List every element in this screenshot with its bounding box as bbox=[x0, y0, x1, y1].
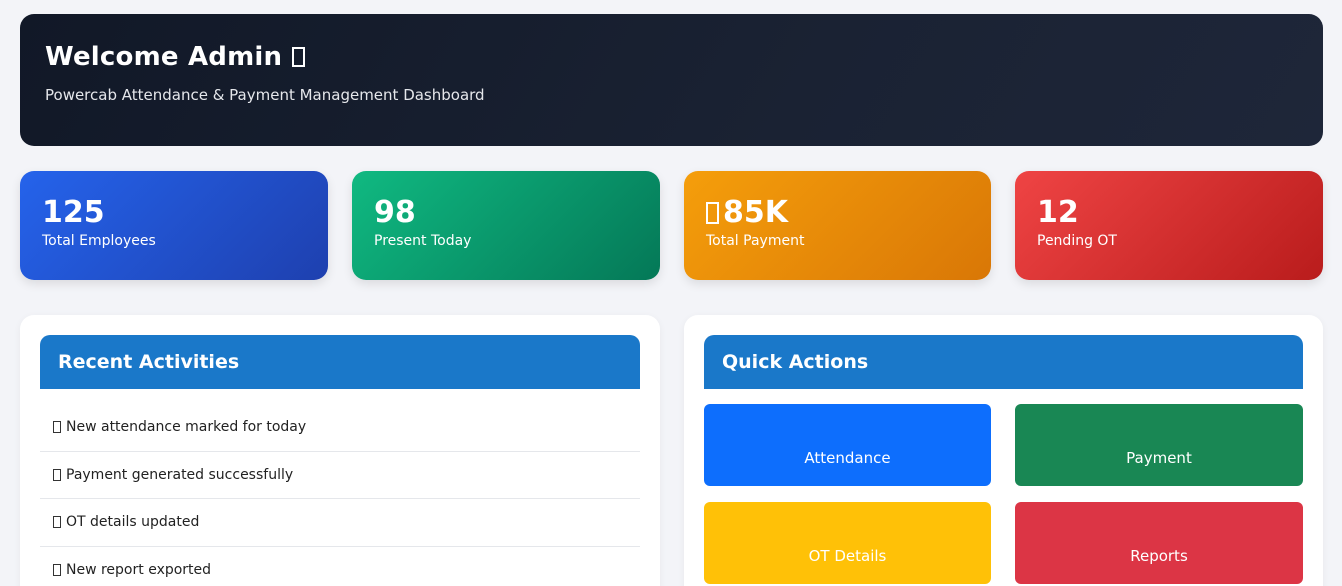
page-subtitle: Powercab Attendance & Payment Management… bbox=[45, 86, 485, 104]
payment-button[interactable]: Payment bbox=[1015, 404, 1303, 486]
activity-text: New attendance marked for today bbox=[66, 419, 307, 436]
activity-icon bbox=[53, 468, 61, 481]
stat-label: Total Payment bbox=[706, 233, 805, 249]
quick-actions-title: Quick Actions bbox=[704, 335, 1303, 389]
recent-activities-title: Recent Activities bbox=[40, 335, 640, 389]
stat-card-pending-ot: 12 Pending OT bbox=[1015, 171, 1323, 280]
stat-label: Pending OT bbox=[1037, 233, 1117, 249]
welcome-banner: Welcome Admin Powercab Attendance & Paym… bbox=[20, 14, 1323, 146]
stat-value: 125 bbox=[42, 195, 105, 230]
list-item: OT details updated bbox=[40, 499, 640, 547]
missing-glyph-icon bbox=[292, 47, 306, 67]
list-item: New attendance marked for today bbox=[40, 404, 640, 452]
quick-actions-grid: Attendance Payment OT Details Reports bbox=[704, 404, 1303, 584]
activity-icon bbox=[53, 516, 61, 529]
activity-text: New report exported bbox=[66, 561, 212, 578]
stat-value: 98 bbox=[374, 195, 416, 230]
stat-value: 85K bbox=[723, 195, 788, 230]
activity-text: OT details updated bbox=[66, 514, 200, 531]
ot-details-button[interactable]: OT Details bbox=[704, 502, 991, 584]
stat-label: Present Today bbox=[374, 233, 472, 249]
stat-card-total-payment: 85K Total Payment bbox=[684, 171, 991, 280]
stat-label: Total Employees bbox=[42, 233, 156, 249]
stat-value-wrapper: 85K bbox=[706, 195, 969, 231]
stat-card-total-employees: 125 Total Employees bbox=[20, 171, 328, 280]
list-item: Payment generated successfully bbox=[40, 452, 640, 499]
welcome-title-text: Welcome Admin bbox=[45, 42, 283, 72]
dashboard-page: Welcome Admin Powercab Attendance & Paym… bbox=[0, 0, 1342, 586]
currency-icon bbox=[706, 202, 719, 224]
activity-icon bbox=[53, 563, 61, 576]
activity-text: Payment generated successfully bbox=[66, 466, 294, 483]
recent-activities-panel: Recent Activities New attendance marked … bbox=[20, 315, 660, 586]
stat-card-present-today: 98 Present Today bbox=[352, 171, 660, 280]
quick-actions-panel: Quick Actions Attendance Payment OT Deta… bbox=[684, 315, 1323, 586]
attendance-button[interactable]: Attendance bbox=[704, 404, 991, 486]
reports-button[interactable]: Reports bbox=[1015, 502, 1303, 584]
page-title: Welcome Admin bbox=[45, 42, 1298, 72]
list-item: New report exported bbox=[40, 547, 640, 586]
stat-value: 12 bbox=[1037, 195, 1079, 230]
activity-list: New attendance marked for today Payment … bbox=[40, 404, 640, 586]
activity-icon bbox=[53, 421, 61, 434]
